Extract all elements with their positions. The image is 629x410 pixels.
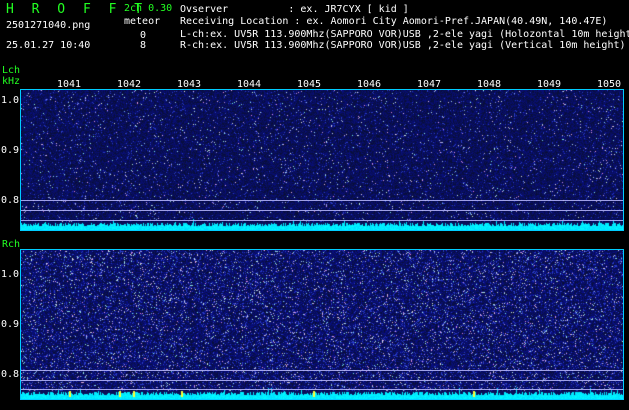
rch-info: R-ch:ex. UV5R 113.900Mhz(SAPPORO VOR)USB… [180, 40, 626, 51]
lch-y-tick: 0.9 [1, 145, 20, 156]
lch-spectrogram-canvas [21, 90, 623, 230]
version-label: 2ch 0.30 [124, 3, 173, 14]
observer-info: Ovserver : ex. JR7CYX [ kid ] [180, 4, 409, 15]
filename-label: 2501271040.png [6, 20, 91, 31]
lch-unit: kHz [2, 76, 21, 87]
lch-reference-line [21, 200, 623, 201]
rch-y-tick: 0.8 [1, 369, 20, 380]
meteor-heading: meteor [124, 16, 161, 27]
rch-reference-line [21, 380, 623, 381]
rch-spectrogram [20, 249, 624, 400]
rch-spectrogram-canvas [21, 250, 623, 399]
rch-y-tick: 1.0 [1, 269, 20, 280]
rch-reference-line [21, 389, 623, 390]
rch-y-tick: 0.9 [1, 319, 20, 330]
lch-reference-line [21, 220, 623, 221]
lch-info: L-ch:ex. UV5R 113.900Mhz(SAPPORO VOR)USB… [180, 29, 629, 40]
lch-y-tick: 0.8 [1, 195, 20, 206]
lch-y-tick: 1.0 [1, 95, 20, 106]
rch-reference-line [21, 370, 623, 371]
timestamp-label: 25.01.27 10:40 [6, 40, 91, 51]
rch-meteor-count: 8 [140, 40, 147, 51]
lch-label: Lch [2, 65, 21, 76]
location-info: Receiving Location : ex. Aomori City Aom… [180, 16, 608, 27]
lch-reference-line [21, 210, 623, 211]
lch-spectrogram [20, 89, 624, 231]
rch-label: Rch [2, 239, 21, 250]
